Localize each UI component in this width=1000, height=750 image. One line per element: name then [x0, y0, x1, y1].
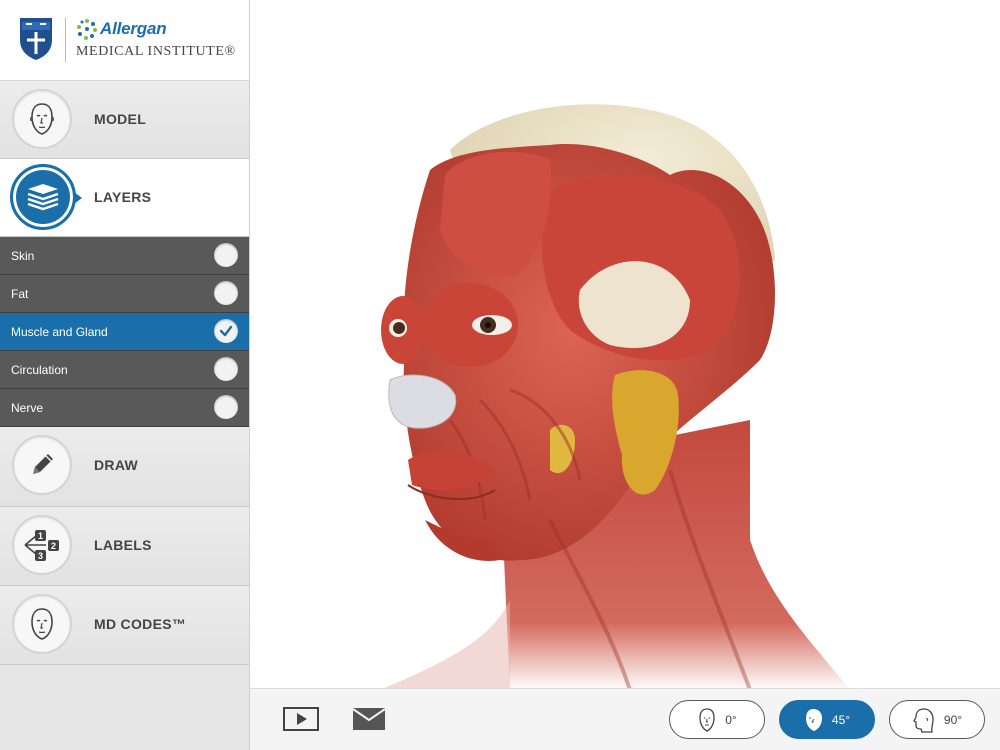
face-three-quarter-icon: [805, 708, 822, 731]
mdcodes-icon-circle: [12, 594, 72, 654]
menu-label-model: MODEL: [94, 111, 147, 127]
label-number-2: 2: [51, 541, 56, 551]
anatomy-3d-viewport[interactable]: [250, 0, 1000, 688]
logo-divider: [65, 18, 66, 62]
allergan-dots-icon: [77, 19, 97, 40]
bottom-toolbar: 0° 45° 90°: [250, 688, 1000, 750]
layer-row-nerve[interactable]: Nerve: [0, 389, 249, 427]
angle-label: 0°: [725, 712, 737, 727]
view-angle-90-button[interactable]: 90°: [889, 700, 985, 739]
layers-stack-icon: [27, 184, 59, 211]
logo-bar: Allergan MEDICAL INSTITUTE®: [0, 0, 249, 81]
envelope-icon[interactable]: [352, 707, 386, 731]
face-front-icon: [699, 707, 715, 732]
numbered-labels-icon: 1 2 3: [24, 530, 59, 561]
layer-toggle[interactable]: [214, 395, 238, 419]
layer-toggle[interactable]: [214, 243, 238, 267]
layer-label: Muscle and Gland: [11, 325, 108, 339]
medical-institute-shield-icon: [20, 18, 52, 60]
face-front-icon: [31, 608, 53, 640]
layer-label: Nerve: [11, 401, 44, 415]
logo-brand-text: Allergan: [100, 19, 167, 38]
labels-icon-circle: 1 2 3: [12, 515, 72, 575]
face-front-icon: [30, 103, 54, 135]
layer-row-skin[interactable]: Skin: [0, 237, 249, 275]
pencil-icon: [33, 454, 53, 474]
view-angle-0-button[interactable]: 0°: [669, 700, 765, 739]
menu-label-draw: DRAW: [94, 457, 138, 473]
angle-label: 45°: [831, 712, 851, 727]
menu-item-md-codes[interactable]: MD CODES™: [0, 586, 249, 665]
sidebar: Allergan MEDICAL INSTITUTE® MODEL LAYERS…: [0, 0, 250, 750]
face-profile-icon: [913, 707, 934, 733]
menu-item-model[interactable]: MODEL: [0, 81, 249, 159]
layer-label: Circulation: [11, 363, 68, 377]
layer-toggle[interactable]: [214, 319, 238, 343]
menu-label-labels: LABELS: [94, 537, 152, 553]
menu-item-layers[interactable]: LAYERS: [0, 159, 249, 237]
angle-label: 90°: [943, 712, 963, 727]
menu-item-draw[interactable]: DRAW: [0, 427, 249, 507]
layer-toggle[interactable]: [214, 281, 238, 305]
menu-label-md-codes: MD CODES™: [94, 616, 187, 632]
layer-row-fat[interactable]: Fat: [0, 275, 249, 313]
draw-icon-circle: [12, 435, 72, 495]
layer-label: Fat: [11, 287, 29, 301]
layer-label: Skin: [11, 249, 35, 263]
label-number-3: 3: [38, 551, 43, 561]
layers-list: Skin Fat Muscle and Gland Circulation Ne…: [0, 237, 249, 427]
checkmark-icon: [219, 325, 233, 337]
model-icon-circle: [12, 89, 72, 149]
layer-row-circulation[interactable]: Circulation: [0, 351, 249, 389]
play-icon[interactable]: [283, 707, 319, 731]
layer-toggle[interactable]: [214, 357, 238, 381]
label-number-1: 1: [38, 531, 43, 541]
layer-row-muscle-and-gland[interactable]: Muscle and Gland: [0, 313, 249, 351]
active-pointer: [74, 192, 82, 204]
head-muscle-model-image[interactable]: [250, 0, 1000, 688]
logo-subtitle: MEDICAL INSTITUTE®: [76, 44, 236, 59]
menu-label-layers: LAYERS: [94, 189, 152, 205]
layers-icon-circle: [10, 164, 76, 230]
view-angle-45-button[interactable]: 45°: [779, 700, 875, 739]
menu-item-labels[interactable]: 1 2 3 LABELS: [0, 507, 249, 586]
